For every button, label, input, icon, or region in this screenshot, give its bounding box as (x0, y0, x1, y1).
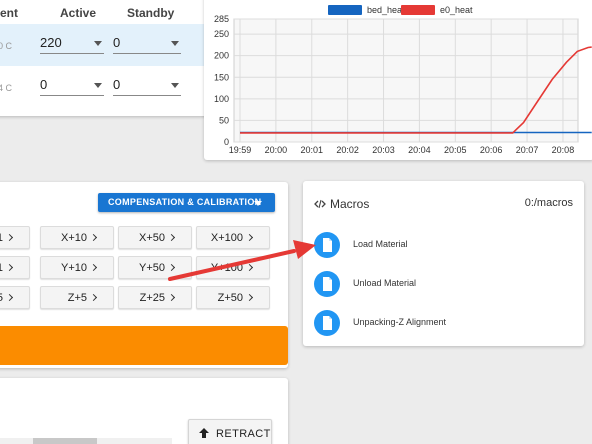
chevron-right-icon (245, 263, 254, 272)
column-header-current: ent (0, 6, 18, 20)
file-icon (314, 310, 340, 336)
x-tick-label: 20:06 (480, 145, 503, 155)
file-icon (314, 271, 340, 297)
y-tick-label: 250 (214, 29, 229, 39)
x-tick-label: 20:02 (336, 145, 359, 155)
chevron-right-icon (167, 233, 176, 242)
standby-temp-value: 0 (113, 35, 121, 50)
x-tick-label: 20:04 (408, 145, 431, 155)
chevron-right-icon (5, 233, 14, 242)
macro-item-unpacking-z-alignment[interactable]: Unpacking-Z Alignment (303, 307, 584, 343)
chevron-right-icon (89, 263, 98, 272)
extrusion-panel: RETRACT (0, 378, 288, 444)
chevron-right-icon (5, 293, 14, 302)
jog-button-label: X+10 (61, 232, 87, 244)
compensation-calibration-label: COMPENSATION & CALIBRATION (108, 197, 262, 207)
active-temp-select[interactable]: 0 (40, 74, 104, 96)
macro-item-unload-material[interactable]: Unload Material (303, 268, 584, 304)
jog-button-label: Z+50 (217, 292, 243, 304)
jog-button[interactable]: 1 (0, 256, 30, 279)
jog-button[interactable]: 5 (0, 286, 30, 309)
progress-bar (0, 326, 288, 365)
y-tick-label: 50 (219, 115, 229, 125)
standby-temp-select[interactable]: 0 (113, 32, 181, 54)
chart-plot-area (233, 18, 579, 143)
file-icon (314, 232, 340, 258)
amount-segment-selected[interactable] (33, 438, 97, 444)
jog-button[interactable]: X+100 (196, 226, 270, 249)
jog-button[interactable]: Z+25 (118, 286, 192, 309)
chevron-right-icon (89, 293, 98, 302)
x-tick-label: 20:00 (265, 145, 288, 155)
y-tick-label: 285 (214, 14, 229, 24)
active-temp-select[interactable]: 220 (40, 32, 104, 54)
macro-label: Unload Material (353, 278, 417, 288)
tool-row-label: 4 C (0, 83, 13, 93)
retract-label: RETRACT (216, 428, 271, 440)
column-header-active: Active (60, 6, 97, 20)
tool-row-label: 0 C (0, 41, 13, 51)
jog-button[interactable]: X+50 (118, 226, 192, 249)
amount-segment[interactable] (97, 438, 172, 444)
macros-panel: Macros 0:/macros Load Material Unload Ma… (303, 181, 584, 346)
column-header-standby: Standby (127, 6, 175, 20)
jog-button-label: 1 (0, 262, 3, 274)
jog-button-label: X+50 (139, 232, 165, 244)
jog-button-label: 1 (0, 232, 3, 244)
code-icon (314, 199, 326, 209)
jog-button-label: 5 (0, 292, 3, 304)
chevron-right-icon (167, 293, 176, 302)
jog-button[interactable]: 1 (0, 226, 30, 249)
jog-button-label: Y+100 (210, 262, 243, 274)
chevron-down-icon (171, 41, 179, 46)
jog-button[interactable]: Z+50 (196, 286, 270, 309)
x-tick-label: 20:03 (372, 145, 395, 155)
jog-button[interactable]: Y+50 (118, 256, 192, 279)
amount-segment[interactable] (0, 438, 33, 444)
x-tick-label: 20:01 (301, 145, 324, 155)
y-tick-label: 150 (214, 72, 229, 82)
chevron-right-icon (89, 233, 98, 242)
active-temp-value: 220 (40, 35, 62, 50)
macro-label: Unpacking-Z Alignment (353, 317, 447, 327)
jog-button-label: X+100 (210, 232, 243, 244)
x-tick-label: 19:59 (229, 145, 252, 155)
jog-button[interactable]: Z+5 (40, 286, 114, 309)
chevron-down-icon (254, 201, 262, 206)
chevron-down-icon (94, 83, 102, 88)
macros-path: 0:/macros (524, 197, 573, 209)
macro-item-load-material[interactable]: Load Material (303, 229, 584, 265)
standby-temp-select[interactable]: 0 (113, 74, 181, 96)
compensation-calibration-button[interactable]: COMPENSATION & CALIBRATION (98, 193, 275, 212)
jog-button-label: Z+5 (67, 292, 87, 304)
chevron-right-icon (167, 263, 176, 272)
active-temp-value: 0 (40, 77, 48, 92)
x-tick-label: 20:08 (552, 145, 575, 155)
amount-selector[interactable] (0, 438, 194, 444)
standby-temp-value: 0 (113, 77, 121, 92)
chevron-down-icon (94, 41, 102, 46)
jog-button[interactable]: Y+100 (196, 256, 270, 279)
x-tick-label: 20:05 (444, 145, 467, 155)
retract-button[interactable]: RETRACT (188, 419, 272, 444)
chevron-right-icon (5, 263, 14, 272)
temperature-chart: 28525020015010050019:59 20:00 20:01 20:02 20… (214, 14, 592, 155)
macros-title: Macros (330, 197, 370, 211)
temperature-chart-panel: bed_heat e0_heat 285 250 200 150 100 50 0 19:59… (204, 0, 592, 160)
jog-button-label: Z+25 (139, 292, 165, 304)
y-tick-label: 100 (214, 94, 229, 104)
chevron-right-icon (245, 293, 254, 302)
jog-button-label: Y+50 (139, 262, 165, 274)
y-tick-label: 200 (214, 51, 229, 61)
arrow-up-icon (199, 428, 209, 438)
chevron-right-icon (245, 233, 254, 242)
x-tick-label: 20:07 (516, 145, 539, 155)
jog-button-label: Y+10 (61, 262, 87, 274)
macro-label: Load Material (353, 239, 408, 249)
jog-button[interactable]: X+10 (40, 226, 114, 249)
chevron-down-icon (171, 83, 179, 88)
jog-button[interactable]: Y+10 (40, 256, 114, 279)
